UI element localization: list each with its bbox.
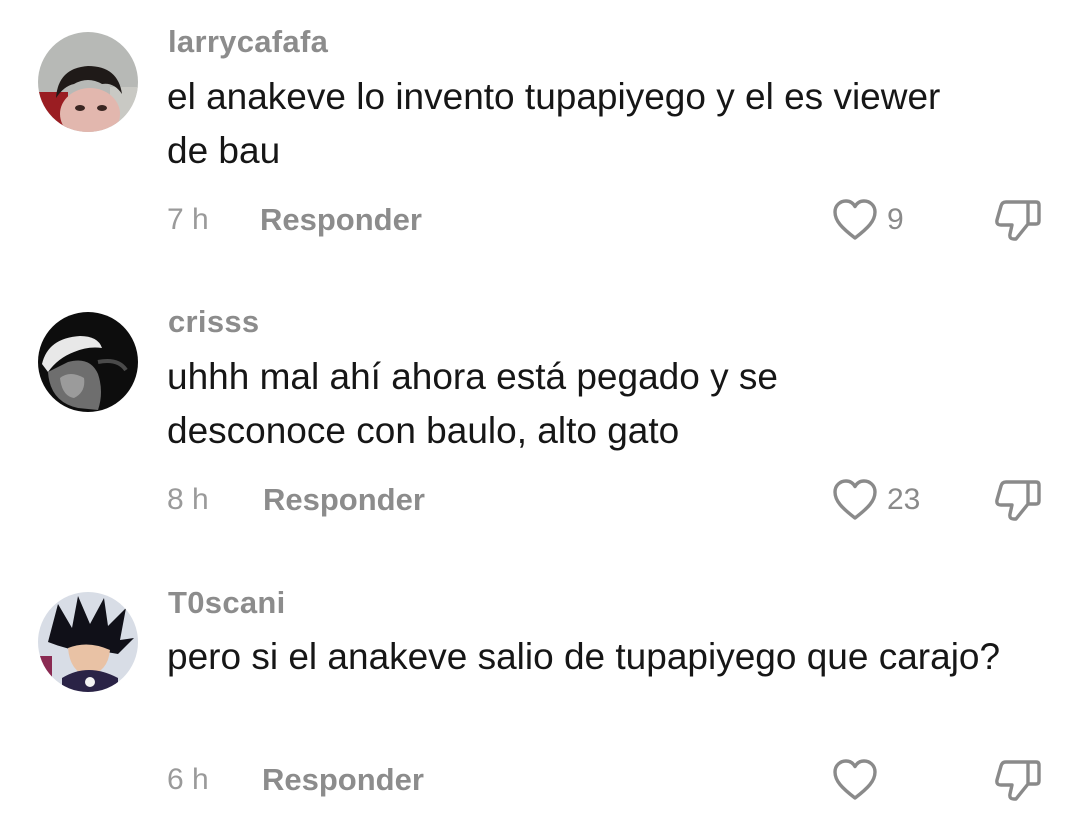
heart-icon[interactable] [832, 758, 878, 802]
comment-text: uhhh mal ahí ahora está pegado y se desc… [167, 356, 778, 451]
reply-button[interactable]: Responder [260, 202, 422, 238]
heart-icon[interactable] [832, 478, 878, 522]
avatar[interactable] [38, 312, 138, 412]
reply-button[interactable]: Responder [263, 482, 425, 518]
comment-username[interactable]: crisss [168, 304, 259, 340]
comment-text: el anakeve lo invento tupapiyego y el es… [167, 76, 941, 171]
reply-button[interactable]: Responder [262, 762, 424, 798]
thumbs-down-icon[interactable] [994, 476, 1042, 522]
thumbs-down-icon[interactable] [994, 756, 1042, 802]
avatar[interactable] [38, 592, 138, 692]
heart-icon[interactable] [832, 198, 878, 242]
comment-time: 8 h [167, 483, 209, 516]
thumbs-down-icon[interactable] [994, 196, 1042, 242]
comment-time: 6 h [167, 763, 209, 796]
like-count: 23 [887, 483, 921, 516]
avatar[interactable] [38, 32, 138, 132]
comment-text: pero si el anakeve salio de tupapiyego q… [167, 636, 1001, 677]
comment-username[interactable]: T0scani [168, 585, 286, 621]
comment-username[interactable]: larrycafafa [168, 24, 328, 60]
comment-time: 7 h [167, 203, 209, 236]
like-count: 9 [887, 203, 904, 236]
